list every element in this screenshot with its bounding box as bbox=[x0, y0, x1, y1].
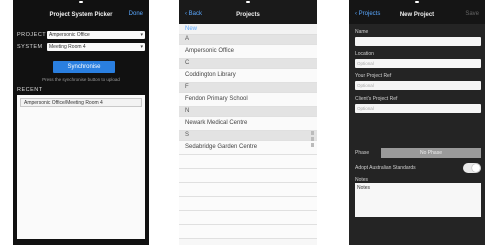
australian-standards-toggle[interactable] bbox=[463, 163, 481, 173]
back-button[interactable]: ‹ Back bbox=[185, 11, 202, 17]
project-list-item[interactable]: Coddington Library bbox=[179, 69, 317, 83]
australian-standards-label: Adopt Australian Standards bbox=[355, 165, 416, 171]
your-ref-label: Your Project Ref bbox=[355, 73, 392, 79]
scroll-index[interactable] bbox=[311, 143, 314, 147]
recent-list: Ampersonic Office/Meeting Room 4 bbox=[17, 95, 145, 239]
recent-header: RECENT bbox=[17, 87, 43, 93]
back-label: Projects bbox=[358, 11, 381, 17]
project-list-item[interactable]: Sedabridge Garden Centre bbox=[179, 141, 317, 155]
phase-selector[interactable]: No Phase bbox=[381, 148, 481, 158]
phone-screen-new-project: ‹ Projects New Project Save Name Locatio… bbox=[349, 0, 485, 245]
scroll-index[interactable] bbox=[311, 137, 314, 141]
page-title: New Project bbox=[399, 12, 435, 18]
empty-row bbox=[179, 183, 317, 197]
system-select[interactable]: Meeting Room 4 ▾ bbox=[47, 43, 145, 51]
nav-bar: Project System Picker Done bbox=[13, 6, 149, 24]
client-ref-label: Client's Project Ref bbox=[355, 96, 398, 102]
back-button[interactable]: ‹ Projects bbox=[355, 11, 380, 17]
your-ref-field[interactable]: Optional bbox=[355, 81, 481, 90]
empty-row bbox=[179, 155, 317, 169]
empty-row bbox=[179, 169, 317, 183]
project-label: PROJECT bbox=[17, 32, 47, 38]
project-list-item[interactable]: Ampersonic Office bbox=[179, 45, 317, 59]
project-list: A Ampersonic Office C Coddington Library F Fe… bbox=[179, 35, 317, 239]
project-value: Ampersonic Office bbox=[49, 32, 90, 38]
recent-item[interactable]: Ampersonic Office/Meeting Room 4 bbox=[20, 98, 142, 107]
scroll-index[interactable] bbox=[311, 131, 314, 135]
location-label: Location bbox=[355, 51, 374, 57]
sync-hint: Press the synchronise button to upload bbox=[42, 77, 120, 82]
new-project-button[interactable]: New bbox=[179, 24, 317, 35]
project-list-item[interactable]: Fendon Primary School bbox=[179, 93, 317, 107]
client-ref-field[interactable]: Optional bbox=[355, 104, 481, 113]
section-header: A bbox=[179, 35, 317, 45]
phase-label: Phase bbox=[355, 150, 370, 156]
phone-screen-system-picker: Project System Picker Done PROJECT Amper… bbox=[13, 0, 149, 245]
done-button[interactable]: Done bbox=[129, 11, 143, 17]
project-list-item[interactable]: Newark Medical Centre bbox=[179, 117, 317, 131]
australian-standards-row: Adopt Australian Standards bbox=[355, 163, 481, 174]
empty-row bbox=[179, 197, 317, 211]
phase-row: Phase No Phase bbox=[355, 148, 481, 159]
system-value: Meeting Room 4 bbox=[49, 44, 86, 50]
chevron-down-icon: ▾ bbox=[140, 44, 143, 50]
name-label: Name bbox=[355, 29, 369, 35]
empty-row bbox=[179, 225, 317, 239]
nav-bar: ‹ Projects New Project Save bbox=[349, 6, 485, 24]
save-button[interactable]: Save bbox=[465, 11, 479, 17]
system-row: SYSTEM Meeting Room 4 ▾ bbox=[17, 43, 145, 52]
system-label: SYSTEM bbox=[17, 44, 43, 50]
location-field[interactable]: Optional bbox=[355, 59, 481, 68]
name-field[interactable] bbox=[355, 37, 481, 46]
back-label: Back bbox=[188, 11, 203, 17]
page-title: Projects bbox=[236, 12, 260, 18]
notes-textarea[interactable]: Notes bbox=[355, 183, 481, 217]
section-header: N bbox=[179, 107, 317, 117]
synchronise-button[interactable]: Synchronise bbox=[53, 61, 115, 73]
project-select[interactable]: Ampersonic Office ▾ bbox=[47, 31, 145, 39]
project-row: PROJECT Ampersonic Office ▾ bbox=[17, 31, 145, 40]
section-header: F bbox=[179, 83, 317, 93]
phone-screen-projects: ‹ Back Projects New A Ampersonic Office C C… bbox=[179, 0, 317, 245]
section-header: C bbox=[179, 59, 317, 69]
nav-bar: ‹ Back Projects bbox=[179, 6, 317, 24]
chevron-down-icon: ▾ bbox=[140, 32, 143, 38]
page-title: Project System Picker bbox=[49, 12, 113, 18]
section-header: S bbox=[179, 131, 317, 141]
empty-row bbox=[179, 211, 317, 225]
